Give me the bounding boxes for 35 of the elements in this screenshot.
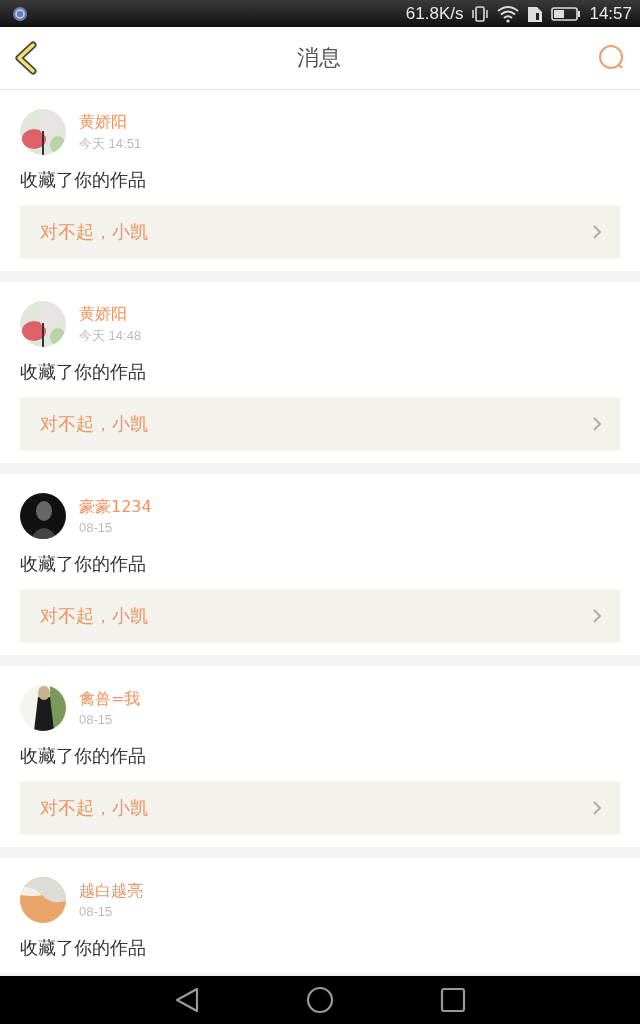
- back-button[interactable]: [12, 41, 40, 75]
- work-link[interactable]: 对不起，小凯: [20, 589, 620, 643]
- message-text: 收藏了你的作品: [20, 360, 147, 384]
- recents-nav-button[interactable]: [440, 987, 466, 1013]
- chevron-right-icon: [592, 800, 602, 816]
- back-nav-button[interactable]: [174, 986, 200, 1014]
- user-name[interactable]: 越白越亮: [79, 881, 143, 902]
- user-name[interactable]: 豪豪1234: [79, 497, 152, 518]
- message-time: 08-15: [79, 904, 114, 919]
- message-text: 收藏了你的作品: [20, 552, 147, 576]
- message-time: 08-15: [79, 712, 114, 727]
- work-link[interactable]: 对不起，小凯: [20, 781, 620, 835]
- app-icon: [12, 5, 28, 22]
- battery-icon: [551, 5, 582, 22]
- work-link[interactable]: 对不起，小凯: [20, 397, 620, 451]
- message-text: 收藏了你的作品: [20, 936, 147, 960]
- user-name[interactable]: 禽兽=我: [79, 689, 141, 710]
- user-name[interactable]: 黄娇阳: [79, 111, 142, 133]
- message-text: 收藏了你的作品: [20, 744, 147, 768]
- page-title: 消息: [297, 44, 341, 72]
- message-time: 08-15: [79, 520, 114, 535]
- sim-icon: [527, 4, 544, 23]
- chevron-right-icon: [592, 608, 602, 624]
- chevron-right-icon: [592, 416, 602, 432]
- network-speed: 61.8K/s: [405, 3, 464, 24]
- wifi-icon: [497, 4, 520, 23]
- message-time: 今天 14:48: [79, 326, 142, 345]
- user-name[interactable]: 黄娇阳: [79, 303, 142, 325]
- work-link[interactable]: 对不起，小凯: [20, 205, 620, 259]
- clock: 14:57: [589, 3, 632, 24]
- home-nav-button[interactable]: [306, 986, 334, 1014]
- vibrate-icon: [471, 4, 490, 23]
- message-time: 今天 14:51: [79, 134, 142, 153]
- chevron-right-icon: [592, 224, 602, 240]
- message-text: 收藏了你的作品: [20, 168, 147, 192]
